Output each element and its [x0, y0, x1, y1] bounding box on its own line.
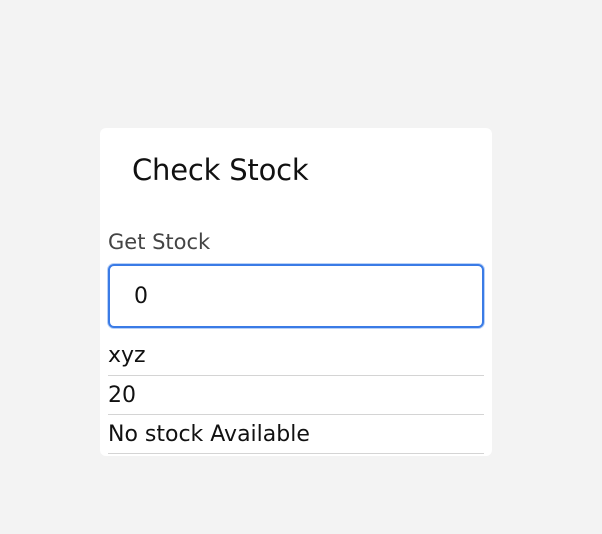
result-item-status: No stock Available [108, 415, 484, 454]
get-stock-label: Get Stock [108, 230, 211, 254]
check-stock-card: Check Stock Get Stock xyz 20 No stock Av… [100, 128, 492, 456]
result-item-name: xyz [108, 336, 484, 376]
card-title: Check Stock [132, 153, 309, 187]
result-item-quantity: 20 [108, 376, 484, 415]
get-stock-input[interactable] [108, 264, 484, 328]
result-list: xyz 20 No stock Available [108, 336, 484, 454]
